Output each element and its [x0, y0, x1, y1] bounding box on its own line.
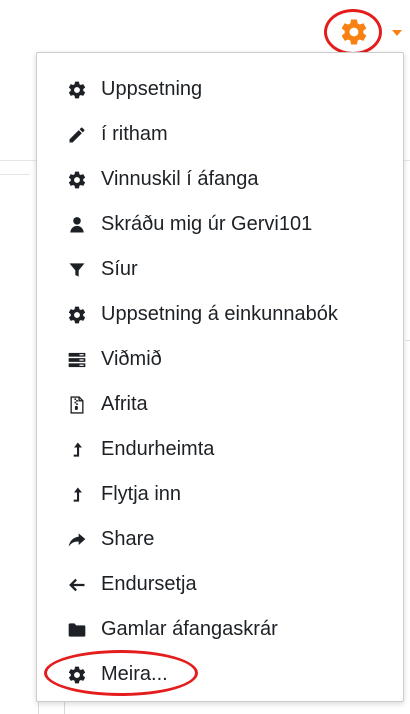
menu-item-label: Viðmið: [101, 348, 162, 370]
background-divider: [0, 174, 30, 175]
menu-item-label: Endurheimta: [101, 438, 215, 460]
file-archive-icon: [65, 393, 89, 417]
pencil-icon: [65, 123, 89, 147]
menu-item-uppsetning[interactable]: Uppsetning: [37, 67, 403, 112]
arrow-left-icon: [65, 573, 89, 597]
user-icon: [65, 213, 89, 237]
caret-down-icon[interactable]: [392, 30, 402, 36]
menu-item-vinnuskil[interactable]: Vinnuskil í áfanga: [37, 157, 403, 202]
menu-item-label: Síur: [101, 258, 138, 280]
menu-item-label: Uppsetning: [101, 78, 203, 100]
menu-item-share[interactable]: Share: [37, 517, 403, 562]
menu-item-label: Gamlar áfangaskrár: [101, 618, 278, 640]
gear-icon: [65, 663, 89, 687]
menu-item-endursetja[interactable]: Endursetja: [37, 562, 403, 607]
menu-item-label: Share: [101, 528, 155, 550]
settings-menu-trigger[interactable]: [334, 14, 374, 50]
gear-icon: [65, 168, 89, 192]
menu-item-flytja-inn[interactable]: Flytja inn: [37, 472, 403, 517]
menu-item-i-ritham[interactable]: í ritham: [37, 112, 403, 157]
settings-dropdown-menu: Uppsetning í ritham Vinnuskil í áfanga S…: [36, 52, 404, 702]
menu-item-unenrol[interactable]: Skráðu mig úr Gervi101: [37, 202, 403, 247]
menu-item-label: Afrita: [101, 393, 148, 415]
filter-icon: [65, 258, 89, 282]
folder-icon: [65, 618, 89, 642]
menu-item-siur[interactable]: Síur: [37, 247, 403, 292]
gear-icon: [65, 78, 89, 102]
background-divider: [406, 340, 410, 341]
menu-item-afrita[interactable]: Afrita: [37, 382, 403, 427]
menu-item-vidmid[interactable]: Viðmið: [37, 337, 403, 382]
server-icon: [65, 348, 89, 372]
page: Uppsetning í ritham Vinnuskil í áfanga S…: [0, 0, 410, 714]
level-up-icon: [65, 483, 89, 507]
menu-item-label: Endursetja: [101, 573, 197, 595]
share-icon: [65, 528, 89, 552]
menu-item-label: Meira...: [101, 663, 168, 685]
menu-item-label: Flytja inn: [101, 483, 182, 505]
menu-item-gamlar-afangaskrar[interactable]: Gamlar áfangaskrár: [37, 607, 403, 652]
menu-item-label: Uppsetning á einkunnabók: [101, 303, 338, 325]
gear-icon: [65, 303, 89, 327]
menu-item-gradebook-setup[interactable]: Uppsetning á einkunnabók: [37, 292, 403, 337]
menu-item-label: í ritham: [101, 123, 168, 145]
gear-icon: [341, 19, 367, 45]
menu-item-meira[interactable]: Meira...: [37, 652, 403, 697]
menu-item-label: Skráðu mig úr Gervi101: [101, 213, 313, 235]
menu-item-label: Vinnuskil í áfanga: [101, 168, 259, 190]
level-up-icon: [65, 438, 89, 462]
menu-item-endurheimta[interactable]: Endurheimta: [37, 427, 403, 472]
